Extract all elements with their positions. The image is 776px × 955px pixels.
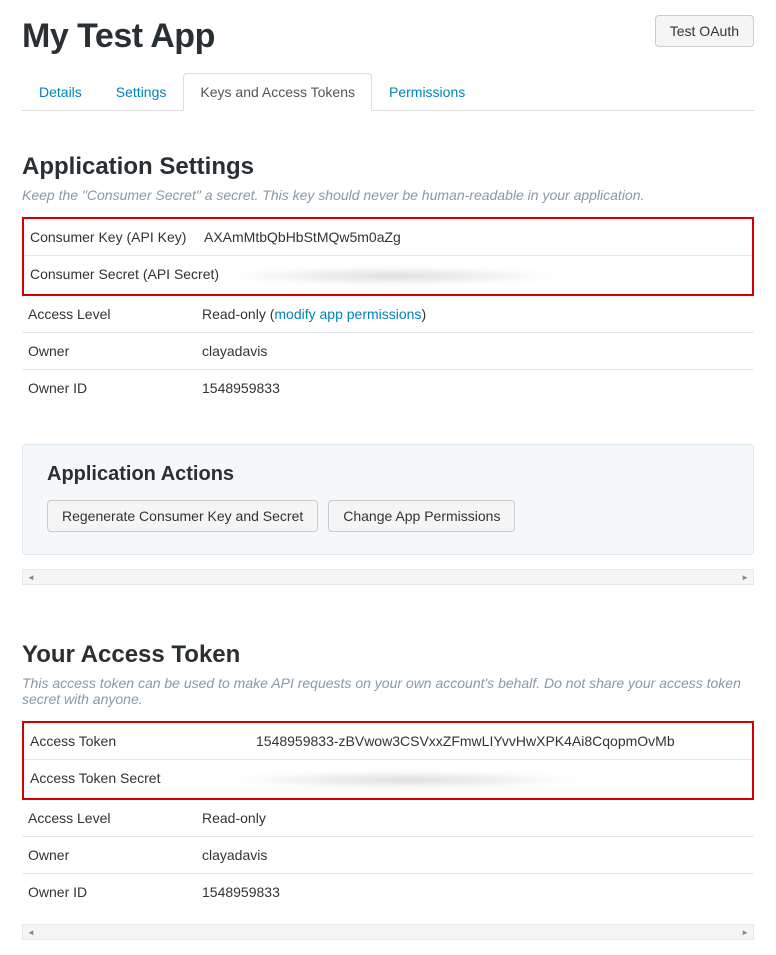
application-settings-section: Application Settings Keep the "Consumer … — [22, 153, 754, 585]
horizontal-scrollbar-2[interactable]: ◄ ► — [22, 924, 754, 940]
tab-keys-and-access-tokens[interactable]: Keys and Access Tokens — [183, 73, 372, 111]
modify-app-permissions-link[interactable]: modify app permissions — [274, 306, 421, 322]
horizontal-scrollbar[interactable]: ◄ ► — [22, 569, 754, 585]
token-owner-id-value: 1548959833 — [202, 884, 748, 900]
change-app-permissions-button[interactable]: Change App Permissions — [328, 500, 515, 532]
consumer-key-value: AXAmMtbQbHbStMQw5m0aZg — [204, 229, 746, 245]
tab-settings[interactable]: Settings — [99, 73, 184, 111]
access-level-label: Access Level — [28, 306, 202, 322]
access-token-heading: Your Access Token — [22, 641, 754, 669]
consumer-secret-value — [224, 266, 746, 284]
access-token-subtitle: This access token can be used to make AP… — [22, 675, 754, 707]
scroll-left-icon[interactable]: ◄ — [27, 573, 35, 582]
regenerate-consumer-key-button[interactable]: Regenerate Consumer Key and Secret — [47, 500, 318, 532]
tabs: Details Settings Keys and Access Tokens … — [22, 72, 754, 111]
tab-details[interactable]: Details — [22, 73, 99, 111]
tab-permissions[interactable]: Permissions — [372, 73, 482, 111]
token-owner-id-label: Owner ID — [28, 884, 202, 900]
consumer-secret-label: Consumer Secret (API Secret) — [30, 266, 224, 282]
consumer-credentials-highlight: Consumer Key (API Key) AXAmMtbQbHbStMQw5… — [22, 217, 754, 296]
application-settings-subtitle: Keep the "Consumer Secret" a secret. Thi… — [22, 187, 754, 203]
access-token-section: Your Access Token This access token can … — [22, 641, 754, 940]
owner-id-label: Owner ID — [28, 380, 202, 396]
token-owner-label: Owner — [28, 847, 202, 863]
scroll-right-icon[interactable]: ► — [741, 928, 749, 937]
application-actions-box: Application Actions Regenerate Consumer … — [22, 444, 754, 555]
token-access-level-value: Read-only — [202, 810, 748, 826]
access-token-value: 1548959833-zBVwow3CSVxxZFmwLIYvvHwXPK4Ai… — [256, 733, 746, 749]
access-token-secret-label: Access Token Secret — [30, 770, 226, 786]
access-token-label: Access Token — [30, 733, 256, 749]
owner-label: Owner — [28, 343, 202, 359]
app-title: My Test App — [22, 17, 215, 56]
scroll-left-icon[interactable]: ◄ — [27, 928, 35, 937]
owner-value: clayadavis — [202, 343, 748, 359]
test-oauth-button[interactable]: Test OAuth — [655, 15, 754, 47]
token-access-level-label: Access Level — [28, 810, 202, 826]
token-owner-value: clayadavis — [202, 847, 748, 863]
access-level-value: Read-only (modify app permissions) — [202, 306, 748, 322]
consumer-key-label: Consumer Key (API Key) — [30, 229, 204, 245]
application-actions-heading: Application Actions — [47, 463, 729, 486]
owner-id-value: 1548959833 — [202, 380, 748, 396]
access-token-highlight: Access Token 1548959833-zBVwow3CSVxxZFmw… — [22, 721, 754, 800]
scroll-right-icon[interactable]: ► — [741, 573, 749, 582]
application-settings-heading: Application Settings — [22, 153, 754, 181]
access-token-secret-value — [226, 770, 746, 788]
